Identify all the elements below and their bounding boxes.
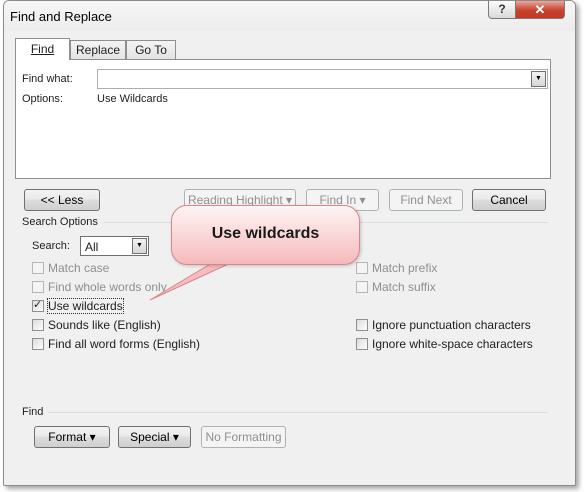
word-forms-checkbox[interactable]: [32, 338, 44, 350]
whole-words-checkbox[interactable]: [32, 281, 44, 293]
tab-find[interactable]: Find: [15, 38, 70, 60]
no-formatting-button[interactable]: No Formatting: [201, 426, 286, 448]
cancel-button[interactable]: Cancel: [472, 189, 546, 211]
match-case-checkbox[interactable]: [32, 262, 44, 274]
find-what-dropdown-button[interactable]: ▼: [531, 71, 546, 87]
find-replace-dialog: Find and Replace ? ✕ Find Replace Go To …: [3, 0, 576, 486]
tab-go-to-label: Go To: [135, 43, 167, 57]
find-what-input[interactable]: ▼: [97, 69, 548, 89]
match-case-label: Match case: [48, 261, 110, 275]
search-options-heading: Search Options: [22, 216, 98, 228]
dropdown-arrow-icon: ▾: [172, 430, 179, 444]
special-button[interactable]: Special ▾: [118, 426, 191, 448]
dropdown-arrow-icon: ▾: [359, 193, 366, 207]
find-next-label: Find Next: [400, 193, 452, 207]
word-forms-label: Find all word forms (English): [48, 337, 201, 351]
search-direction-value: All: [85, 240, 99, 254]
find-next-button[interactable]: Find Next: [389, 189, 463, 211]
sounds-like-label: Sounds like (English): [48, 318, 161, 332]
search-direction-dropdown-button[interactable]: ▼: [132, 238, 147, 254]
window-title: Find and Replace: [10, 9, 112, 24]
ignore-whitespace-checkbox[interactable]: [356, 338, 368, 350]
use-wildcards-label: Use wildcards: [47, 298, 124, 314]
tab-replace-label: Replace: [75, 43, 121, 57]
dropdown-arrow-icon: ▾: [89, 430, 96, 444]
use-wildcards-callout: Use wildcards: [171, 205, 360, 265]
search-direction-select[interactable]: All ▼: [80, 236, 149, 256]
ignore-whitespace-label: Ignore white-space characters: [372, 337, 533, 351]
find-section-heading: Find: [22, 406, 44, 418]
tab-go-to[interactable]: Go To: [126, 40, 176, 60]
match-suffix-label: Match suffix: [372, 280, 436, 294]
ignore-punctuation-checkbox[interactable]: [356, 319, 368, 331]
special-label: Special: [130, 430, 170, 444]
less-button-label: << Less: [40, 193, 84, 207]
close-button[interactable]: ✕: [515, 1, 565, 19]
find-section-divider: [48, 412, 548, 413]
options-value: Use Wildcards: [97, 93, 168, 105]
match-prefix-label: Match prefix: [372, 261, 438, 275]
chevron-down-icon: ▼: [136, 242, 143, 249]
help-icon: ?: [498, 2, 506, 16]
format-label: Format: [48, 430, 87, 444]
format-button[interactable]: Format ▾: [34, 426, 110, 448]
cancel-label: Cancel: [490, 193, 528, 207]
tab-replace[interactable]: Replace: [70, 40, 126, 60]
match-prefix-checkbox[interactable]: [356, 262, 368, 274]
sounds-like-checkbox[interactable]: [32, 319, 44, 331]
tab-find-label: Find: [30, 42, 55, 56]
use-wildcards-checkbox[interactable]: [32, 298, 44, 312]
ignore-punctuation-label: Ignore punctuation characters: [372, 318, 531, 332]
no-formatting-label: No Formatting: [205, 430, 282, 444]
title-bar: Find and Replace ? ✕: [4, 1, 575, 31]
chevron-down-icon: ▼: [535, 75, 542, 82]
close-icon: ✕: [534, 2, 546, 17]
options-label: Options:: [22, 93, 63, 105]
callout-text: Use wildcards: [211, 225, 320, 242]
find-what-label: Find what:: [22, 73, 73, 85]
whole-words-label: Find whole words only: [48, 280, 167, 294]
search-direction-label: Search:: [32, 240, 70, 252]
less-button[interactable]: << Less: [24, 189, 100, 211]
help-button[interactable]: ?: [488, 1, 516, 19]
match-suffix-checkbox[interactable]: [356, 281, 368, 293]
